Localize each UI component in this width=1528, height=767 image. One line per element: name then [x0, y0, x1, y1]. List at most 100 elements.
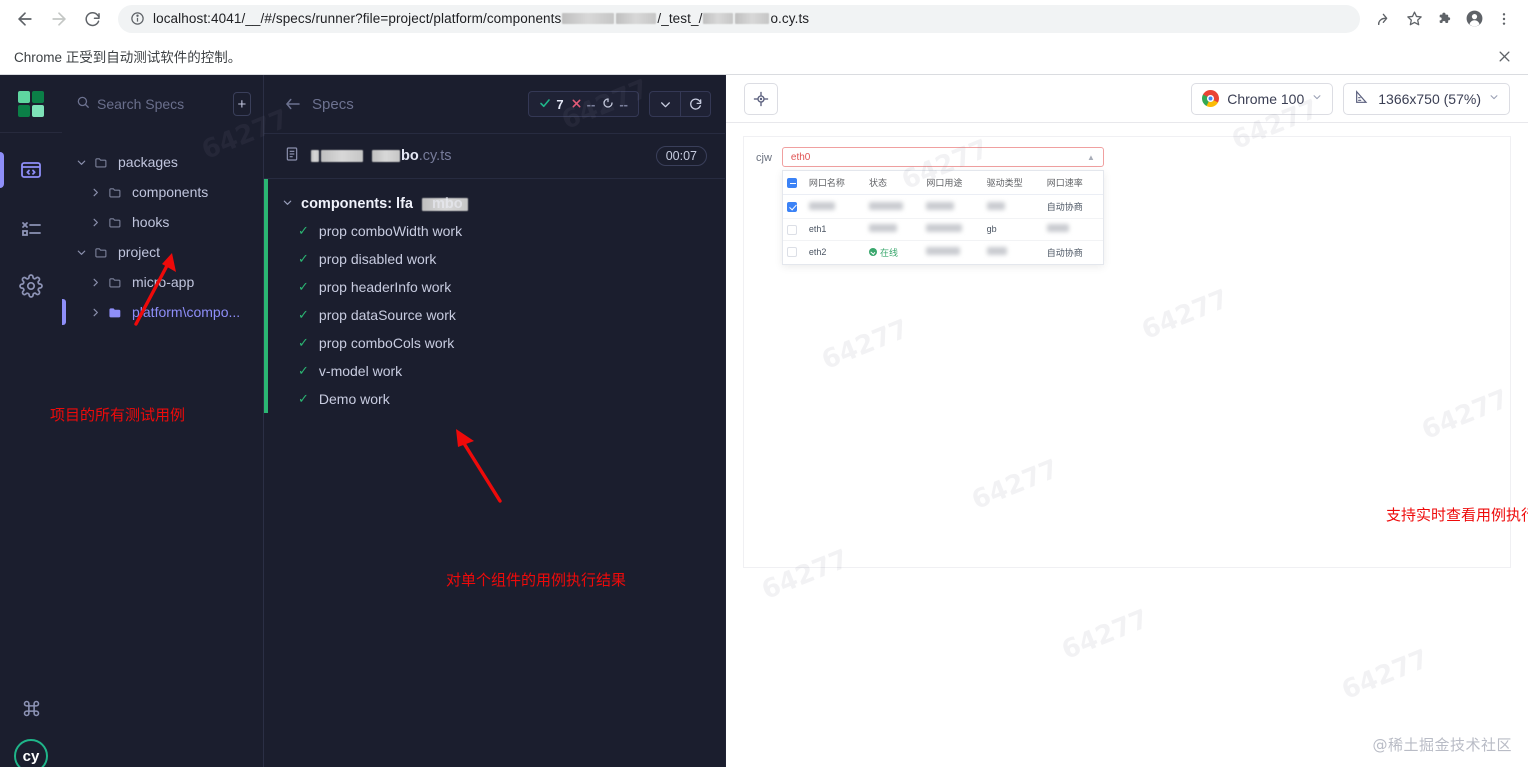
cypress-logo[interactable]: [0, 75, 62, 133]
row-checkbox-cell[interactable]: [782, 194, 805, 219]
back-button[interactable]: [10, 4, 40, 34]
url-text: localhost:4041/__/#/specs/runner?file=pr…: [153, 11, 809, 26]
check-icon: ✓: [298, 223, 309, 238]
select-all-checkbox[interactable]: [786, 177, 797, 188]
test-label: v-model work: [318, 363, 403, 379]
site-info-icon[interactable]: [130, 11, 145, 26]
reload-button[interactable]: [78, 4, 108, 34]
check-icon: ✓: [298, 307, 309, 322]
combo-select[interactable]: eth0 ▲ 网口名称 状态 网口用途 驱动类型 网口速率 自动协商 eth1 …: [781, 147, 1104, 265]
cell-rate: 自动协商: [1046, 247, 1083, 258]
search-input[interactable]: [97, 96, 225, 112]
col-header-status: 状态: [865, 171, 923, 195]
chevron-right-icon[interactable]: [88, 187, 102, 198]
test-row[interactable]: ✓ prop dataSource work: [264, 301, 725, 329]
spec-file-extension: .cy.ts: [418, 148, 452, 164]
command-icon[interactable]: [14, 693, 48, 723]
stat-passed: 7: [539, 97, 564, 112]
collapse-left-icon[interactable]: [284, 95, 302, 113]
tree-item-hooks[interactable]: hooks: [62, 207, 263, 237]
close-icon[interactable]: [1494, 46, 1514, 66]
test-row[interactable]: ✓ Demo work: [264, 385, 725, 413]
tree-item-micro-app[interactable]: micro-app: [62, 267, 263, 297]
test-label: Demo work: [318, 391, 390, 407]
cell-status: [865, 194, 923, 219]
test-row[interactable]: ✓ prop comboCols work: [264, 329, 725, 357]
cypress-app: cy + packages: [0, 75, 1528, 767]
forward-button[interactable]: [44, 4, 74, 34]
url-redacted-4: [735, 13, 770, 24]
row-checkbox[interactable]: [786, 201, 797, 212]
chevron-right-icon[interactable]: [88, 307, 102, 318]
chevron-right-icon[interactable]: [88, 277, 102, 288]
table-header-row: 网口名称 状态 网口用途 驱动类型 网口速率: [782, 171, 1103, 195]
aut-iframe[interactable]: cjw eth0 ▲ 网口名称 状态 网口用途 驱动类型 网口速率 自动协商 e…: [744, 137, 1528, 567]
row-checkbox-cell[interactable]: [783, 240, 805, 264]
cypress-badge[interactable]: cy: [14, 739, 48, 767]
cell-usage: [922, 194, 983, 219]
chevron-right-icon[interactable]: [88, 217, 102, 228]
combo-input[interactable]: eth0 ▲: [781, 147, 1104, 167]
kebab-menu-icon[interactable]: [1490, 5, 1518, 33]
puzzle-icon[interactable]: [1430, 5, 1458, 33]
restart-icon[interactable]: [680, 92, 710, 116]
test-row[interactable]: ✓ prop headerInfo work: [264, 273, 725, 301]
tree-item-components[interactable]: components: [62, 177, 263, 207]
check-circle-icon: [869, 248, 878, 257]
specs-sidebar: + packages components: [50, 75, 264, 767]
folder-icon: [94, 155, 112, 170]
cell-rate: 自动协商: [1042, 194, 1103, 219]
table-row[interactable]: eth2 在线 自动协商: [783, 240, 1103, 264]
profile-avatar-icon[interactable]: [1460, 5, 1488, 33]
chrome-icon: [1202, 90, 1220, 107]
spec-file-name-visible: bo: [401, 148, 419, 164]
chevron-down-icon[interactable]: [282, 196, 293, 212]
cell-name: eth2: [808, 247, 827, 258]
app-under-test-panel: Chrome 100 1366x750 (57%) cjw eth0 ▲ 网口名…: [726, 75, 1528, 767]
chevron-down-icon[interactable]: [650, 92, 680, 116]
table-row[interactable]: eth1 gb: [782, 218, 1103, 241]
nav-rail-items: [0, 133, 62, 301]
suite-title[interactable]: components: lfa mbo: [264, 191, 725, 217]
tree-item-platform-components[interactable]: platform\compo...: [62, 297, 263, 327]
search-specs-box[interactable]: [76, 95, 225, 114]
sidebar-item-specs[interactable]: [0, 152, 62, 188]
stat-pending-value: --: [619, 96, 628, 112]
automation-infobar: Chrome 正受到自动测试软件的控制。: [0, 38, 1528, 75]
test-stats: 7 -- --: [528, 91, 639, 117]
share-icon[interactable]: [1370, 5, 1398, 33]
chevron-down-icon: [1312, 92, 1322, 105]
tree-item-label: micro-app: [132, 274, 195, 290]
select-all-cell[interactable]: [782, 171, 805, 195]
star-icon[interactable]: [1400, 5, 1428, 33]
spec-file-row[interactable]: bo .cy.ts 00:07: [264, 133, 725, 179]
stat-failed: --: [571, 96, 596, 112]
test-label: prop headerInfo work: [318, 279, 452, 295]
tree-item-packages[interactable]: packages: [62, 147, 263, 177]
viewport-selector[interactable]: 1366x750 (57%): [1343, 82, 1510, 115]
row-checkbox[interactable]: [786, 224, 797, 235]
url-redacted-2: [616, 13, 657, 24]
test-row[interactable]: ✓ prop disabled work: [264, 245, 725, 273]
sidebar-item-runs[interactable]: [0, 213, 62, 243]
search-icon: [76, 95, 90, 114]
test-row[interactable]: ✓ prop comboWidth work: [264, 217, 725, 245]
sidebar-item-settings[interactable]: [0, 271, 62, 301]
url-mid: /_test_/: [657, 11, 703, 26]
table-row[interactable]: 自动协商: [782, 194, 1103, 219]
add-spec-button[interactable]: +: [232, 92, 251, 116]
row-checkbox[interactable]: [786, 247, 797, 258]
address-bar[interactable]: localhost:4041/__/#/specs/runner?file=pr…: [118, 4, 1360, 33]
chevron-down-icon[interactable]: [74, 157, 88, 168]
caret-up-icon[interactable]: ▲: [1087, 153, 1095, 162]
cell-status: [865, 218, 923, 241]
tree-item-project[interactable]: project: [62, 237, 263, 267]
row-checkbox-cell[interactable]: [782, 218, 805, 241]
selector-playground-button[interactable]: [744, 82, 778, 115]
stat-failed-value: --: [586, 96, 596, 112]
chevron-down-icon[interactable]: [74, 247, 88, 258]
test-row[interactable]: ✓ v-model work: [264, 357, 725, 385]
combo-dropdown-panel: 网口名称 状态 网口用途 驱动类型 网口速率 自动协商 eth1 gb eth2…: [781, 170, 1104, 265]
browser-selector[interactable]: Chrome 100: [1191, 82, 1334, 115]
folder-icon: [108, 215, 126, 230]
